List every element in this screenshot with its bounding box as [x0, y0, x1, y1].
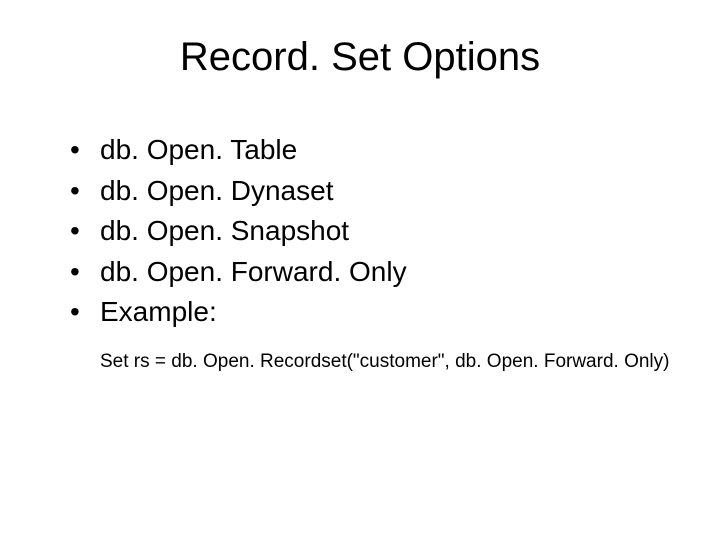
bullet-list: db. Open. Table db. Open. Dynaset db. Op…: [50, 130, 670, 333]
list-item: db. Open. Dynaset: [70, 171, 670, 212]
list-item: Example:: [70, 292, 670, 333]
slide-container: Record. Set Options db. Open. Table db. …: [0, 0, 720, 540]
list-item: db. Open. Table: [70, 130, 670, 171]
list-item: db. Open. Snapshot: [70, 211, 670, 252]
list-item: db. Open. Forward. Only: [70, 252, 670, 293]
slide-title: Record. Set Options: [50, 35, 670, 80]
code-example: Set rs = db. Open. Recordset("customer",…: [50, 351, 670, 373]
